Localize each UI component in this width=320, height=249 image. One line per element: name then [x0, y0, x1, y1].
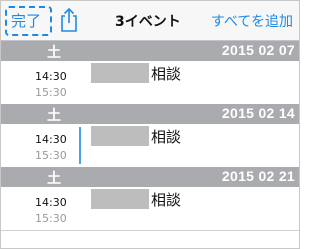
add-all-button[interactable]: すべてを追加	[211, 11, 293, 31]
section-day: 土	[47, 45, 61, 61]
redacted-block	[91, 63, 149, 83]
event-start-time: 14:30	[35, 196, 67, 209]
section-date: 2015 02 14	[221, 105, 295, 121]
event-title: 相談	[151, 65, 182, 83]
done-button[interactable]: 完了	[5, 6, 52, 36]
event-end-time: 15:30	[35, 149, 67, 162]
section-date: 2015 02 07	[221, 42, 295, 58]
event-end-time: 15:30	[35, 86, 67, 99]
section-header: 土 2015 02 14	[1, 104, 299, 124]
section-header: 土 2015 02 21	[1, 167, 299, 187]
event-row[interactable]: 14:30 15:30 相談	[1, 61, 299, 104]
share-icon[interactable]	[59, 7, 79, 33]
nav-title: 3イベント	[115, 14, 181, 30]
event-start-time: 14:30	[35, 70, 67, 83]
event-end-time: 15:30	[35, 212, 67, 225]
section-header: 土 2015 02 07	[1, 41, 299, 61]
section-day: 土	[47, 108, 61, 124]
row-divider	[1, 230, 299, 231]
app-window: 完了 3イベント すべてを追加 土 2015 02 07 14:30 15:30…	[0, 0, 300, 249]
event-row[interactable]: 14:30 15:30 相談	[1, 124, 299, 167]
event-start-time: 14:30	[35, 133, 67, 146]
redacted-block	[91, 189, 149, 209]
selection-indicator	[79, 127, 81, 164]
navigation-bar: 完了 3イベント すべてを追加	[1, 1, 299, 41]
section-date: 2015 02 21	[221, 168, 295, 184]
event-title: 相談	[151, 128, 182, 146]
redacted-block	[91, 126, 149, 146]
section-day: 土	[47, 171, 61, 187]
event-row[interactable]: 14:30 15:30 相談	[1, 187, 299, 230]
event-title: 相談	[151, 191, 182, 209]
